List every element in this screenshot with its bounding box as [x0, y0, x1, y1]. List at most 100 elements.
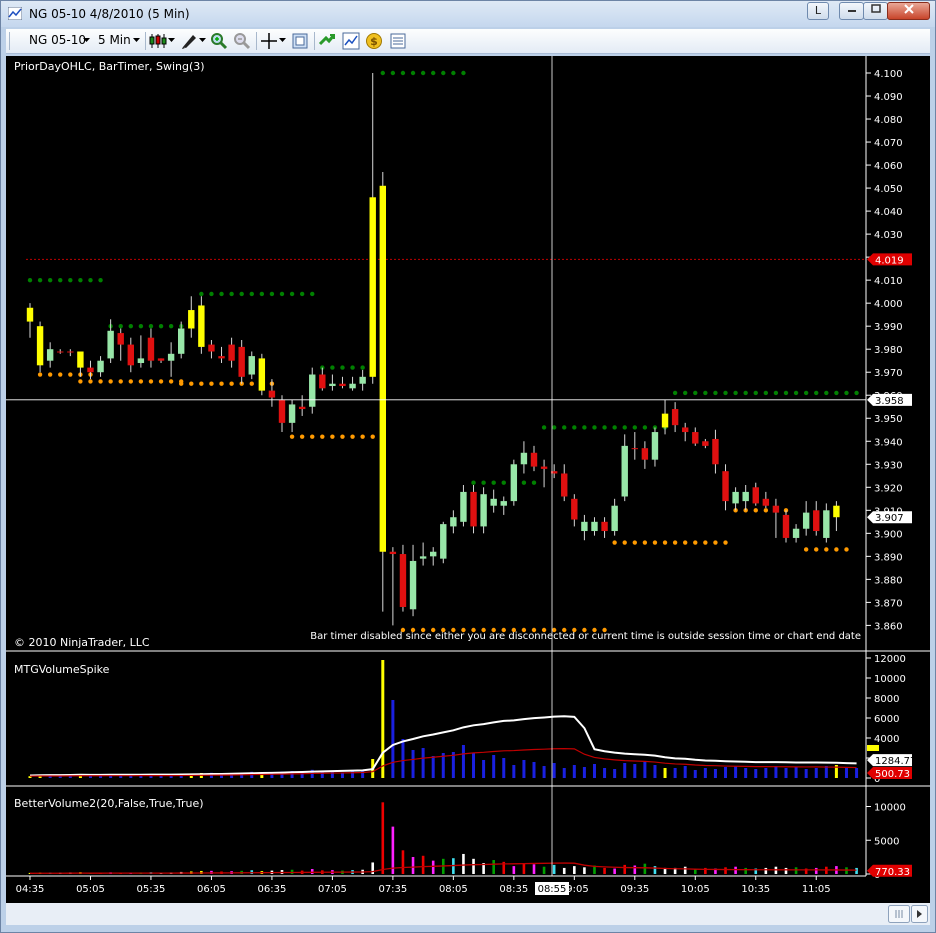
chevron-down-icon[interactable] — [83, 38, 90, 43]
swing-low-dot — [461, 627, 466, 633]
price-tick-label: 3.880 — [874, 575, 903, 586]
better-volume-bar — [472, 858, 475, 874]
price-tick-label: 3.990 — [874, 322, 903, 333]
time-tick-label: 05:35 — [137, 884, 166, 895]
swing-high-dot — [612, 425, 617, 430]
chevron-down-icon[interactable] — [279, 38, 286, 43]
swing-high-dot — [68, 277, 73, 283]
price-tick-label: 3.870 — [874, 598, 903, 609]
candle-body — [702, 441, 709, 446]
instrument-selector[interactable]: NG 05-10 — [29, 33, 86, 47]
time-tick-label: 05:05 — [76, 884, 105, 895]
interval-selector[interactable]: 5 Min — [98, 33, 131, 47]
window-title: NG 05-10 4/8/2010 (5 Min) — [29, 7, 190, 21]
candle-body — [67, 351, 74, 353]
better-volume-bar — [814, 867, 818, 874]
volume-spike-bar — [633, 764, 637, 778]
swing-high-dot — [340, 365, 345, 370]
chevron-down-icon[interactable] — [168, 38, 175, 43]
swing-low-dot — [491, 627, 496, 633]
scroll-right-arrow-icon[interactable] — [911, 905, 928, 923]
indicators-icon[interactable] — [342, 32, 360, 50]
strategy-icon[interactable] — [318, 32, 336, 50]
volume-spike-bar — [381, 660, 385, 778]
swing-low-dot — [209, 381, 214, 386]
link-button[interactable]: L — [807, 2, 829, 20]
chart-area[interactable]: PriorDayOHLC, BarTimer, Swing(3) © 2010 … — [6, 56, 930, 903]
swing-high-dot — [58, 277, 63, 283]
candle-body — [611, 505, 618, 532]
swing-low-dot — [521, 627, 527, 633]
swing-high-dot — [491, 480, 496, 485]
volume-spike-bar — [734, 766, 738, 778]
toolbar-grip — [9, 32, 10, 50]
volume-spike-bar — [88, 776, 92, 778]
swing-high-dot — [763, 390, 769, 396]
candle-body — [127, 344, 134, 366]
swing-low-dot — [703, 540, 708, 545]
zoom-out-icon[interactable] — [233, 32, 251, 50]
data-box-icon[interactable] — [389, 32, 407, 50]
chart-svg[interactable]: PriorDayOHLC, BarTimer, Swing(3) © 2010 … — [6, 56, 930, 903]
swing-low-dot — [400, 627, 406, 633]
swing-high-dot — [229, 291, 234, 297]
swing-high-dot — [148, 323, 154, 329]
better-volume-bar — [734, 866, 737, 874]
volume-spike-bar — [401, 739, 405, 778]
close-button[interactable] — [887, 2, 930, 20]
price-tick-label: 3.970 — [874, 368, 903, 379]
zoom-in-icon[interactable] — [210, 32, 228, 50]
scroll-thumb[interactable] — [888, 905, 910, 923]
swing-high-dot — [168, 323, 174, 329]
time-tick-label: 09:35 — [620, 884, 649, 895]
currency-icon[interactable]: $ — [365, 32, 383, 50]
swing-high-dot — [299, 291, 305, 297]
swing-high-dot — [289, 291, 295, 297]
swing-high-dot — [803, 390, 809, 396]
candle-body — [813, 510, 820, 532]
candlestick-style-icon[interactable] — [149, 32, 167, 50]
swing-low-dot — [98, 379, 103, 384]
volume-spike-label: MTGVolumeSpike — [14, 663, 110, 676]
swing-low-dot — [451, 627, 456, 633]
swing-high-dot — [783, 390, 789, 396]
properties-icon[interactable] — [291, 32, 309, 50]
swing-low-dot — [672, 540, 678, 545]
swing-high-dot — [128, 323, 133, 329]
minimize-button[interactable] — [839, 2, 864, 20]
swing-low-dot — [78, 379, 83, 384]
swing-low-dot — [572, 627, 577, 633]
chevron-down-icon[interactable] — [199, 38, 206, 43]
candle-body — [631, 448, 638, 450]
candle-body — [490, 498, 497, 506]
horizontal-scrollbar[interactable] — [6, 903, 930, 925]
volume-spike-bar — [472, 753, 476, 778]
candle-body — [288, 404, 296, 423]
chevron-down-icon[interactable] — [133, 38, 140, 43]
maximize-button[interactable] — [863, 2, 888, 20]
swing-high-dot — [743, 390, 748, 396]
candle-body — [510, 464, 518, 502]
time-tick-label: 06:05 — [197, 884, 226, 895]
swing-high-dot — [98, 277, 103, 283]
swing-high-dot — [279, 291, 285, 297]
swing-low-dot — [289, 434, 295, 439]
candle-body — [349, 383, 356, 389]
swing-low-dot — [834, 547, 839, 552]
swing-low-dot — [622, 540, 627, 545]
volume-spike-bar — [613, 769, 617, 778]
swing-low-dot — [531, 627, 537, 633]
crosshair-icon[interactable] — [260, 32, 278, 50]
better-volume-bar — [411, 856, 415, 874]
swing-high-dot — [451, 70, 456, 76]
price-tick-label: 3.980 — [874, 345, 903, 356]
time-tick-label: 07:35 — [378, 884, 407, 895]
candle-body — [117, 333, 124, 345]
swing-low-dot — [88, 379, 93, 384]
candle-body — [430, 551, 437, 557]
swing-low-dot — [723, 540, 728, 545]
swing-high-dot — [703, 390, 708, 396]
drawing-tool-icon[interactable] — [180, 32, 198, 50]
volume-spike-bar — [824, 766, 828, 778]
better-volume-bar — [381, 802, 385, 874]
